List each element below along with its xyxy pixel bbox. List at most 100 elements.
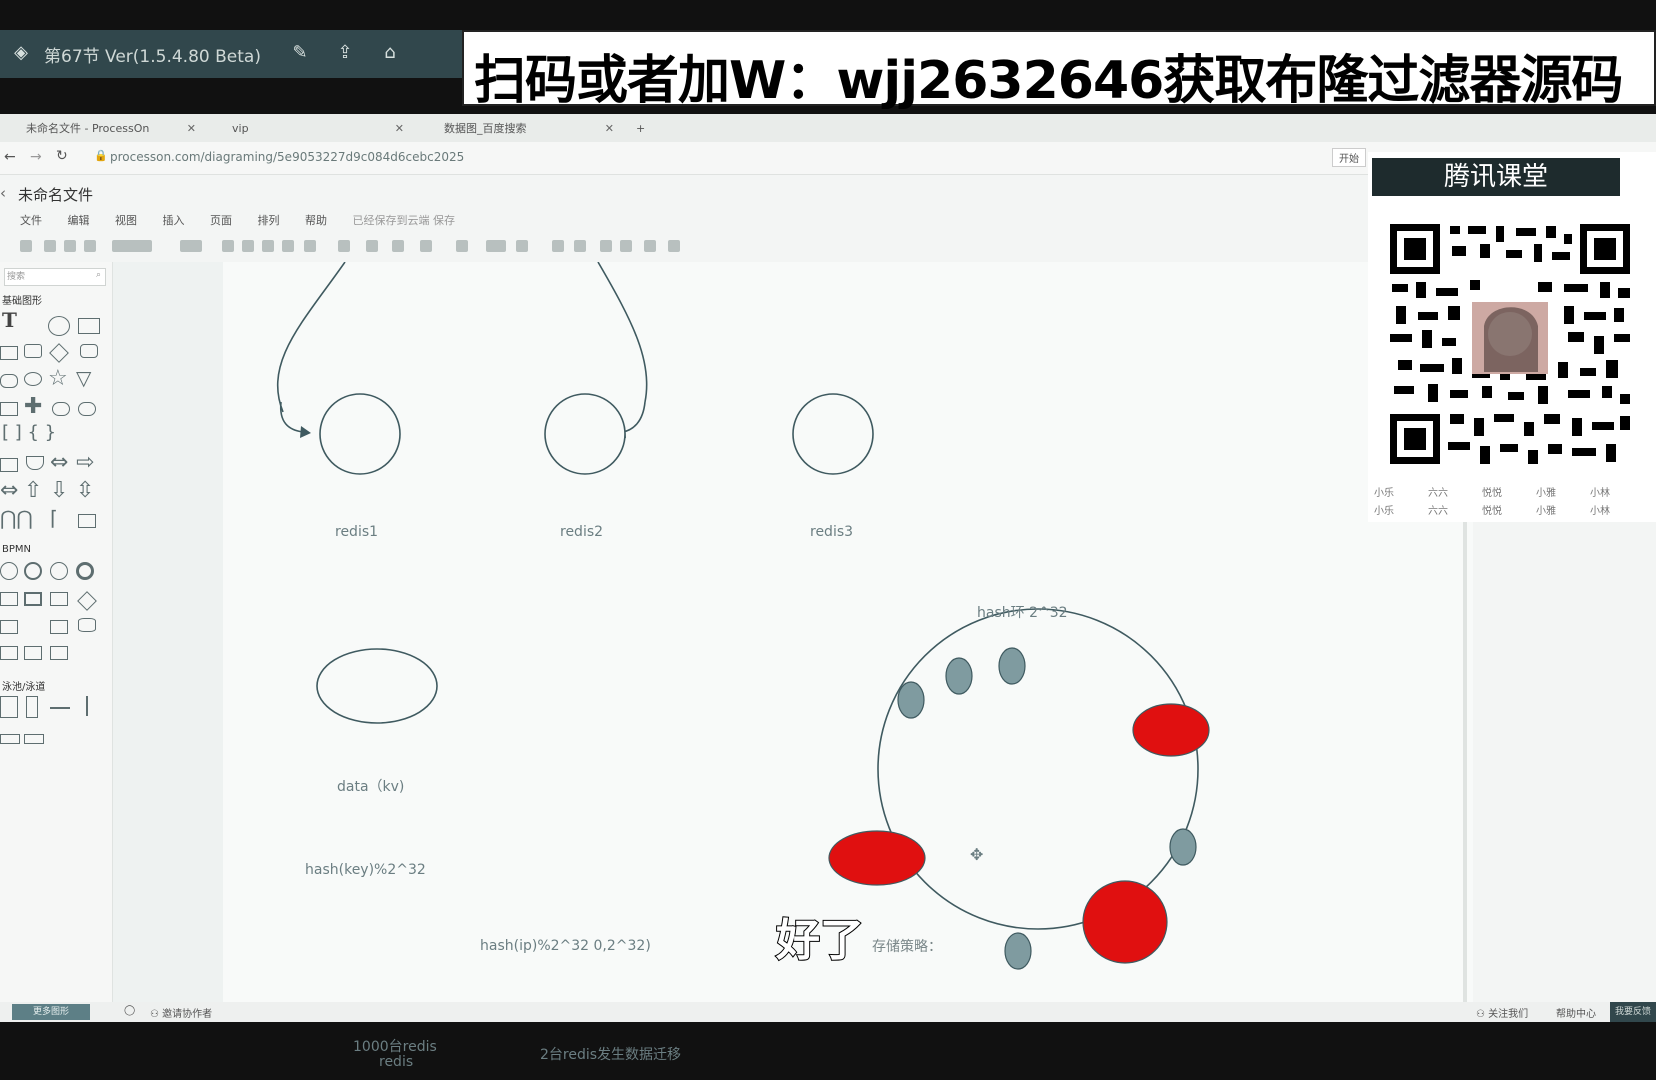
bpmn-pool-icon[interactable] <box>24 646 42 660</box>
horizontal-pool-icon[interactable] <box>0 734 20 744</box>
down-arrow-icon[interactable]: ⇩ <box>50 478 68 503</box>
data-kv-node[interactable] <box>316 648 438 724</box>
close-icon[interactable]: ✕ <box>395 118 404 140</box>
bpmn-timer-icon[interactable] <box>50 562 68 580</box>
redis2-node[interactable] <box>544 393 626 475</box>
bpmn-group-icon[interactable] <box>0 646 18 660</box>
browser-tab[interactable]: vip ✕ <box>212 118 410 140</box>
font-family-select[interactable] <box>112 240 152 252</box>
menu-item[interactable]: 编辑 <box>68 214 90 227</box>
double-arrow-icon[interactable]: ⇔ <box>0 478 18 503</box>
octagon-shape-icon[interactable] <box>24 372 42 386</box>
edit-icon[interactable]: ✎ <box>289 42 311 64</box>
ring-point[interactable] <box>1169 828 1197 866</box>
cloud-shape-icon[interactable] <box>52 402 70 416</box>
canvas-area[interactable]: ✥ redis1 redis2 redis3 data（kv) hash环 2^… <box>113 262 1473 1070</box>
follow-us-link[interactable]: ⚇ 关注我们 <box>1476 1005 1528 1020</box>
feedback-button[interactable]: 我要反馈 <box>1610 1002 1656 1022</box>
ring-server-node[interactable] <box>1082 880 1168 964</box>
right-arrow-icon[interactable]: ⇨ <box>76 450 94 475</box>
line-width-icon[interactable] <box>392 240 404 252</box>
ring-server-node[interactable] <box>828 830 926 886</box>
bpmn-transaction-icon[interactable] <box>50 592 68 606</box>
ring-point[interactable] <box>1004 932 1032 970</box>
new-tab-icon[interactable]: + <box>636 118 652 140</box>
redis1-node[interactable] <box>319 393 401 475</box>
horizontal-separator-icon[interactable] <box>50 707 70 709</box>
diamond-shape-icon[interactable] <box>49 343 69 363</box>
more-icon[interactable] <box>668 240 680 252</box>
lock-shape-icon[interactable] <box>600 240 612 252</box>
rounded-rect-shape-icon[interactable] <box>0 346 18 360</box>
bpmn-task-icon[interactable] <box>0 592 18 606</box>
shape-search-input[interactable]: 搜索 ⌕ <box>4 268 106 286</box>
rect-outline-icon[interactable] <box>78 514 96 528</box>
ring-server-node[interactable] <box>1132 703 1210 757</box>
arrow-start-icon[interactable] <box>486 240 506 252</box>
bpmn-subprocess-icon[interactable] <box>24 592 42 606</box>
home-icon[interactable]: ⌂ <box>379 42 401 64</box>
line-style-icon[interactable] <box>420 240 432 252</box>
callout-shape-icon[interactable] <box>0 402 18 416</box>
qr-code[interactable] <box>1388 222 1632 466</box>
connector-redis2[interactable] <box>597 262 648 403</box>
bpmn-data-store-icon[interactable] <box>78 618 96 632</box>
bpmn-start-event-icon[interactable] <box>0 562 18 580</box>
connector-icon[interactable] <box>456 240 468 252</box>
help-center-link[interactable]: 帮助中心 <box>1556 1005 1596 1020</box>
bpmn-gateway-icon[interactable] <box>77 591 97 611</box>
share-icon[interactable]: ⇪ <box>334 42 356 64</box>
bracket-icon[interactable]: [ ] { } <box>2 422 56 443</box>
menu-item[interactable]: 排列 <box>258 214 280 227</box>
bpmn-annotation-icon[interactable] <box>50 620 68 634</box>
back-arrow-icon[interactable]: ‹ <box>0 184 6 202</box>
triangle-shape-icon[interactable] <box>24 344 42 358</box>
bpmn-intermediate-icon[interactable] <box>24 562 42 580</box>
redis3-node[interactable] <box>792 393 874 475</box>
invite-collaborator-link[interactable]: ⚇ 邀请协作者 <box>150 1005 212 1020</box>
horizontal-lane-icon[interactable] <box>24 734 44 744</box>
forward-icon[interactable]: → <box>30 149 42 165</box>
menu-item[interactable]: 页面 <box>210 214 232 227</box>
format-painter-icon[interactable] <box>20 240 32 252</box>
undo-icon[interactable] <box>44 240 56 252</box>
browser-tab[interactable]: 数据图_百度搜索 ✕ <box>420 118 620 140</box>
arrow-end-icon[interactable] <box>516 240 528 252</box>
more-shapes-button[interactable]: 更多图形 <box>12 1004 90 1020</box>
menu-item[interactable]: 视图 <box>115 214 137 227</box>
redo-icon[interactable] <box>64 240 76 252</box>
bpmn-message-icon[interactable] <box>50 646 68 660</box>
italic-icon[interactable] <box>242 240 254 252</box>
close-icon[interactable]: ✕ <box>187 118 196 140</box>
close-icon[interactable]: ✕ <box>605 118 614 140</box>
up-down-arrow-icon[interactable]: ⇳ <box>76 478 94 503</box>
file-title[interactable]: ‹ 未命名文件 <box>0 184 93 205</box>
back-layer-icon[interactable] <box>574 240 586 252</box>
ring-point[interactable] <box>998 647 1026 685</box>
underline-icon[interactable] <box>262 240 274 252</box>
bpmn-data-object-icon[interactable] <box>0 620 18 634</box>
align-icon[interactable] <box>304 240 316 252</box>
fill-icon[interactable] <box>338 240 350 252</box>
menu-item[interactable]: 文件 <box>20 214 42 227</box>
font-size-select[interactable] <box>180 240 202 252</box>
section-swimlane[interactable]: 泳池/泳道 <box>2 678 45 693</box>
font-color-icon[interactable] <box>282 240 294 252</box>
corner-arrow-icon[interactable]: ⌈ <box>50 506 58 530</box>
cross-shape-icon[interactable]: ✚ <box>24 394 42 419</box>
bpmn-end-event-icon[interactable] <box>76 562 94 580</box>
clear-format-icon[interactable] <box>84 240 96 252</box>
bold-icon[interactable] <box>222 240 234 252</box>
front-icon[interactable] <box>552 240 564 252</box>
vertical-lane-icon[interactable] <box>26 696 38 718</box>
circle-shape-icon[interactable] <box>48 316 70 336</box>
tape-shape-icon[interactable] <box>26 456 44 470</box>
up-arrow-icon[interactable]: ⇧ <box>24 478 42 503</box>
start-button[interactable]: 开始 <box>1332 148 1366 167</box>
section-bpmn[interactable]: BPMN <box>2 544 31 555</box>
browser-tab[interactable]: 未命名文件 - ProcessOn ✕ <box>6 118 202 140</box>
url-field[interactable]: processon.com/diagraming/5e9053227d9c084… <box>110 150 464 164</box>
menu-item[interactable]: 帮助 <box>305 214 327 227</box>
hexagon-shape-icon[interactable] <box>0 374 18 388</box>
menu-item[interactable]: 插入 <box>163 214 185 227</box>
